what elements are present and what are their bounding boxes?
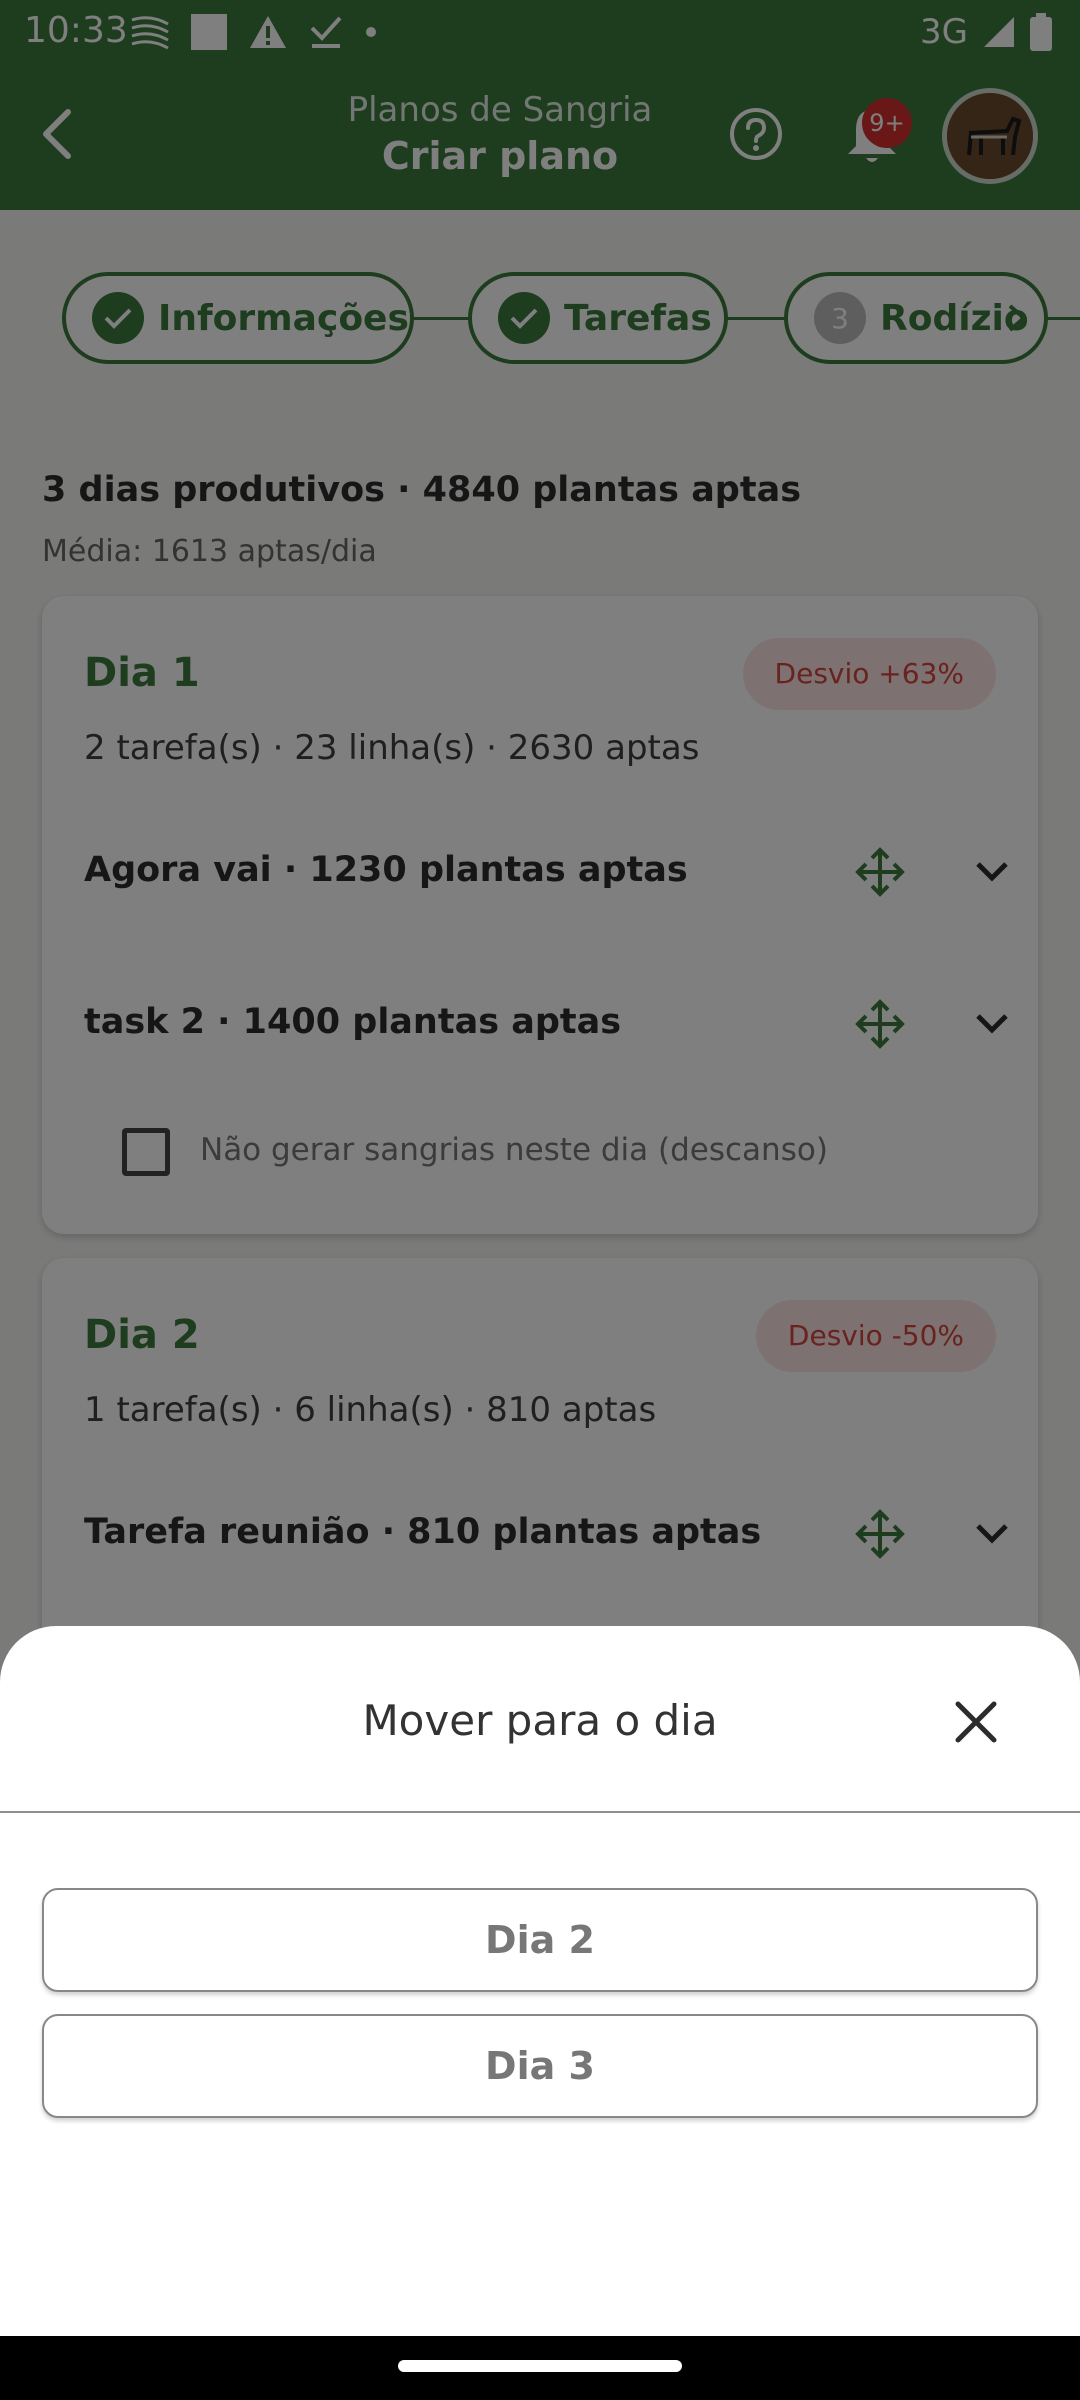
system-nav-bar (0, 2336, 1080, 2400)
move-to-dia-2-button[interactable]: Dia 2 (42, 1888, 1038, 1992)
close-icon (955, 1701, 997, 1743)
sheet-title: Mover para o dia (362, 1696, 718, 1745)
home-gesture-handle[interactable] (398, 2360, 682, 2372)
move-to-day-sheet: Mover para o dia Dia 2 Dia 3 (0, 1626, 1080, 2336)
close-button[interactable] (950, 1696, 1002, 1748)
move-to-dia-3-button[interactable]: Dia 3 (42, 2014, 1038, 2118)
sheet-divider (0, 1811, 1080, 1813)
